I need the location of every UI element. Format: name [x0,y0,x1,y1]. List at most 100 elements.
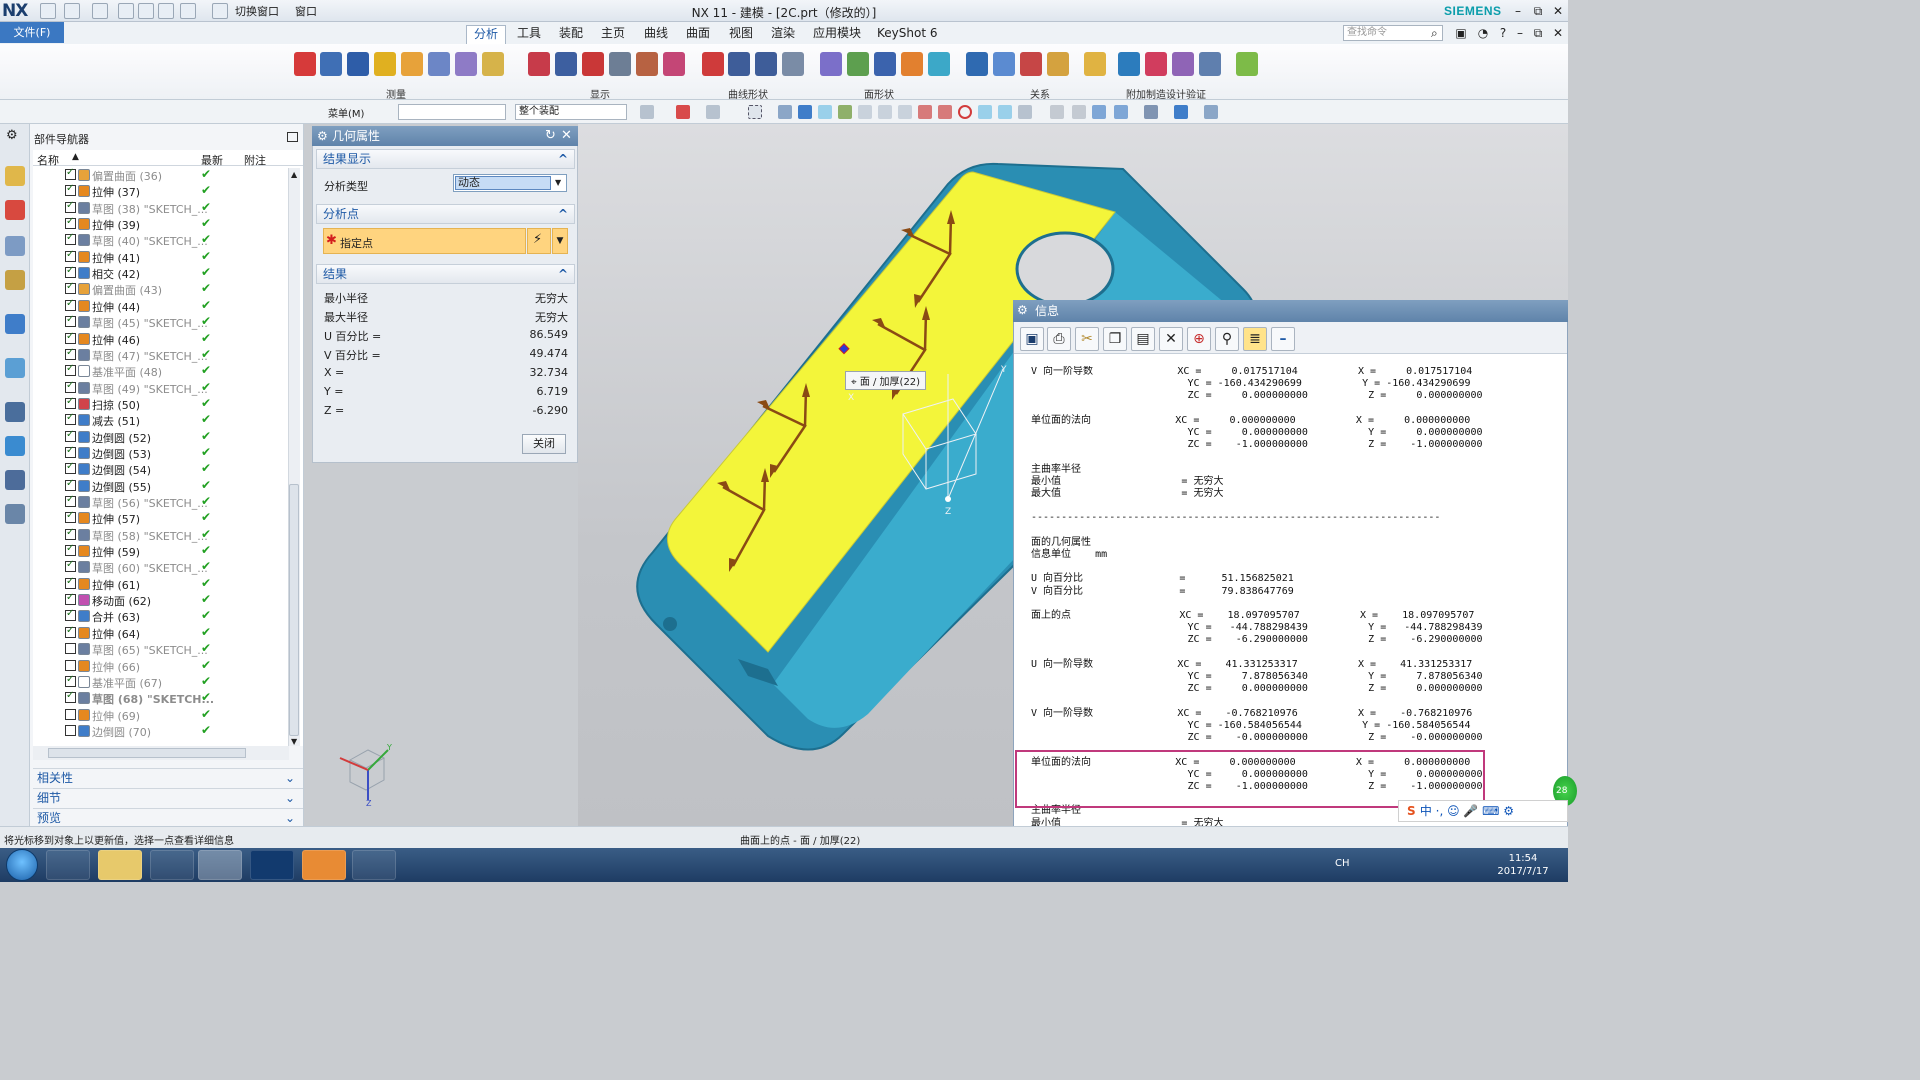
accordion-details[interactable]: 细节 ⌄ [33,788,303,806]
color-analysis-icon[interactable] [1236,52,1258,76]
am-export-icon[interactable] [1199,52,1221,76]
table-row[interactable]: 拉伸 (66) ✔ [33,658,288,674]
print-icon[interactable]: ⎙ [1047,327,1071,351]
binoculars-icon[interactable]: ⚲ [1215,327,1239,351]
table-row[interactable]: 基准平面 (67) ✔ [33,674,288,690]
language-indicator[interactable]: CH [1335,858,1350,869]
system-materials-icon[interactable] [5,436,25,456]
visibility-checkbox[interactable] [65,576,76,589]
gap-analysis-icon[interactable] [1020,52,1042,76]
ime-toolbar[interactable]: S 中 ·, ☺ 🎤 ⌨ ⚙ [1398,800,1568,822]
gear-icon[interactable]: ⚙ [1017,303,1028,317]
visibility-checkbox[interactable] [65,527,76,540]
table-row[interactable]: 草图 (49) "SKETCH_...✔ [33,380,288,396]
show-poles-icon[interactable] [582,52,604,76]
history-icon[interactable] [5,358,25,378]
select-feature-icon[interactable] [706,105,720,119]
search-icon[interactable]: ⌕ [1431,26,1438,41]
taskbar-explorer[interactable] [98,850,142,880]
taskbar-browser[interactable] [150,850,194,880]
table-row[interactable]: 草图 (38) "SKETCH_...✔ [33,200,288,216]
web-browser-icon[interactable] [5,314,25,334]
measure-length-icon[interactable] [374,52,396,76]
point-on-face-icon[interactable] [998,105,1012,119]
endpoint-icon[interactable] [838,105,852,119]
maximize-panel-icon[interactable] [287,132,298,142]
visibility-checkbox[interactable] [65,314,76,328]
visibility-checkbox[interactable] [65,232,76,246]
file-menu-button[interactable]: 文件(F) [0,22,64,43]
table-row[interactable]: 草图 (40) "SKETCH_...✔ [33,232,288,248]
table-row[interactable]: 拉伸 (61) ✔ [33,576,288,592]
visibility-checkbox[interactable] [65,690,76,704]
cut-icon[interactable]: ✂ [1075,327,1099,351]
table-row[interactable]: 减去 (51) ✔ [33,412,288,428]
table-row[interactable]: 边倒圆 (53) ✔ [33,445,288,461]
doc-minimize-button[interactable]: – [1512,25,1528,41]
taskbar-nx[interactable] [198,850,242,880]
reset-icon[interactable]: ↻ [545,128,556,143]
customize-icon[interactable]: ▣ [1453,25,1469,41]
visibility-checkbox[interactable] [65,363,76,377]
table-row[interactable]: 拉伸 (64) ✔ [33,625,288,641]
accordion-dependencies[interactable]: 相关性 ⌄ [33,768,303,786]
visibility-checkbox[interactable] [65,347,76,360]
curve-output-icon[interactable] [782,52,804,76]
table-row[interactable]: 偏置曲面 (43) ✔ [33,281,288,297]
tab-curve[interactable]: 曲线 [637,25,675,44]
visibility-checkbox[interactable] [65,478,76,491]
section-analysis-point[interactable]: 分析点 ^ [316,204,575,224]
paste-icon[interactable]: ▤ [1131,327,1155,351]
section-analysis-icon[interactable] [609,52,631,76]
sort-ascending-icon[interactable]: ▲ [72,152,79,162]
measure-distance-icon[interactable] [320,52,342,76]
am-overhang-icon[interactable] [1145,52,1167,76]
minimize-button[interactable]: – [1510,3,1526,19]
measure-point-icon[interactable] [428,52,450,76]
face-draft-icon[interactable] [928,52,950,76]
assembly-scope-select[interactable]: 整个装配 [515,104,627,120]
tab-render[interactable]: 渲染 [764,25,802,44]
table-row[interactable]: 边倒圆 (55) ✔ [33,478,288,494]
intersection-icon[interactable] [918,105,932,119]
table-row[interactable]: 拉伸 (37) ✔ [33,183,288,199]
visibility-checkbox[interactable] [65,298,76,311]
select-icon[interactable] [640,105,654,119]
visibility-checkbox[interactable] [65,167,76,180]
command-search-input[interactable]: 查找命令 [1343,25,1443,41]
accordion-preview[interactable]: 预览 ⌄ [33,808,303,826]
copy-icon[interactable]: ❐ [1103,327,1127,351]
face-curvature-icon[interactable] [820,52,842,76]
snap-icon[interactable] [676,105,690,119]
table-row[interactable]: 拉伸 (57) ✔ [33,510,288,526]
roles-nav-icon[interactable] [5,504,25,524]
midpoint-icon[interactable] [878,105,892,119]
reuse-library-icon[interactable] [5,270,25,290]
visibility-checkbox[interactable] [65,412,76,426]
visibility-checkbox[interactable] [65,510,76,524]
table-row[interactable]: 草图 (58) "SKETCH_...✔ [33,527,288,543]
part-navigator-icon[interactable] [5,236,25,256]
find-icon[interactable]: ⊕ [1187,327,1211,351]
taskbar-app-users[interactable] [352,850,396,880]
table-row[interactable]: 草图 (65) "SKETCH_... ✔ [33,641,288,657]
close-button[interactable]: 关闭 [522,434,566,454]
measure-body-icon[interactable] [294,52,316,76]
taskbar-app-360[interactable] [46,850,90,880]
menu-button[interactable]: 菜单(M) [328,105,364,120]
edge-deviation-icon[interactable] [993,52,1015,76]
chevron-down-icon[interactable]: ▼ [555,178,561,187]
visibility-checkbox[interactable] [65,265,76,279]
visibility-checkbox[interactable] [65,429,76,442]
relations-icon[interactable] [1084,52,1106,76]
visibility-checkbox[interactable] [65,724,76,736]
table-row[interactable]: 拉伸 (41) ✔ [33,249,288,265]
line-icon[interactable] [858,105,872,119]
visibility-checkbox[interactable] [65,249,76,262]
clock-icon[interactable] [5,402,25,422]
close-icon[interactable]: ✕ [561,128,572,143]
measure-angle-icon[interactable] [347,52,369,76]
doc-restore-button[interactable]: ⧉ [1530,25,1546,41]
tangent-icon[interactable] [978,105,992,119]
table-row[interactable]: 拉伸 (39) ✔ [33,216,288,232]
